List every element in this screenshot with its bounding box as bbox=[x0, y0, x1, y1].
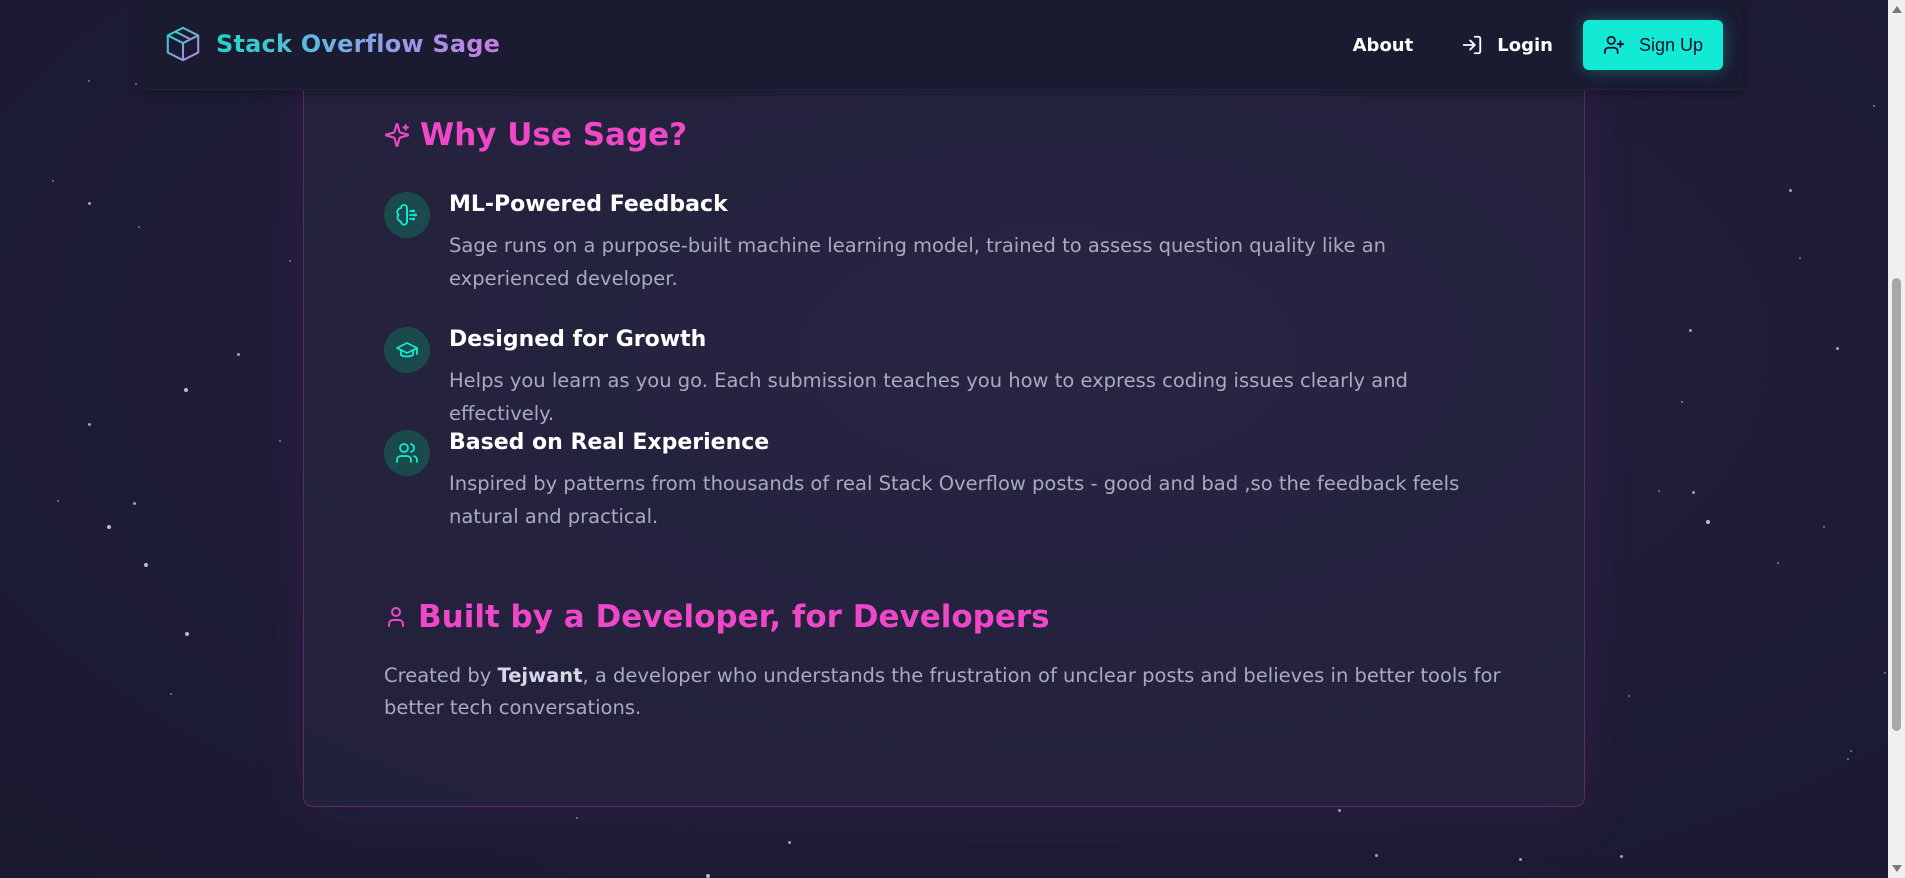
author-name: Tejwant bbox=[497, 664, 583, 687]
feature-title: Designed for Growth bbox=[449, 327, 707, 352]
login-label: Login bbox=[1497, 34, 1553, 56]
login-icon bbox=[1463, 35, 1482, 55]
brand-logo-link[interactable]: Stack Overflow Sage bbox=[164, 25, 500, 63]
feature-title: Based on Real Experience bbox=[449, 430, 770, 455]
feature-icon-badge bbox=[384, 327, 430, 373]
sparkles-icon bbox=[384, 122, 410, 148]
feature-icon-badge bbox=[384, 430, 430, 476]
user-icon bbox=[388, 607, 404, 627]
creator-credit-text: Created by Tejwant, a developer who unde… bbox=[384, 660, 1504, 724]
scrollbar-thumb[interactable] bbox=[1892, 278, 1901, 731]
users-icon bbox=[396, 443, 418, 463]
signup-label: Sign Up bbox=[1638, 34, 1703, 55]
nav-about-link[interactable]: About bbox=[1353, 35, 1414, 56]
feature-description: Inspired by patterns from thousands of r… bbox=[449, 472, 1460, 528]
feature-description: Helps you learn as you go. Each submissi… bbox=[449, 369, 1408, 425]
feature-title: ML-Powered Feedback bbox=[449, 192, 728, 217]
built-by-developer-heading: Built by a Developer, for Developers bbox=[384, 599, 1050, 635]
why-title-text: Why Use Sage? bbox=[420, 117, 688, 153]
graduation-cap-icon bbox=[396, 342, 418, 358]
page-scrollbar[interactable] bbox=[1888, 0, 1905, 878]
feature-description: Sage runs on a purpose-built machine lea… bbox=[449, 234, 1386, 290]
user-plus-icon bbox=[1603, 35, 1625, 55]
credit-prefix: Created by bbox=[384, 664, 498, 687]
login-button[interactable]: Login bbox=[1461, 34, 1553, 56]
top-navbar: Stack Overflow Sage About Login Sign Up bbox=[143, 0, 1743, 90]
brand-name: Stack Overflow Sage bbox=[216, 30, 501, 58]
signup-button[interactable]: Sign Up bbox=[1582, 20, 1723, 70]
scroll-up-arrow-icon[interactable] bbox=[1892, 6, 1902, 13]
built-title-text: Built by a Developer, for Developers bbox=[418, 599, 1050, 635]
scroll-down-arrow-icon[interactable] bbox=[1892, 865, 1902, 872]
feature-icon-badge bbox=[384, 192, 430, 238]
brain-icon bbox=[396, 204, 417, 226]
why-use-sage-heading: Why Use Sage? bbox=[384, 117, 687, 153]
nav-links: About Login Sign Up bbox=[1353, 20, 1723, 70]
cube-icon bbox=[166, 26, 200, 62]
